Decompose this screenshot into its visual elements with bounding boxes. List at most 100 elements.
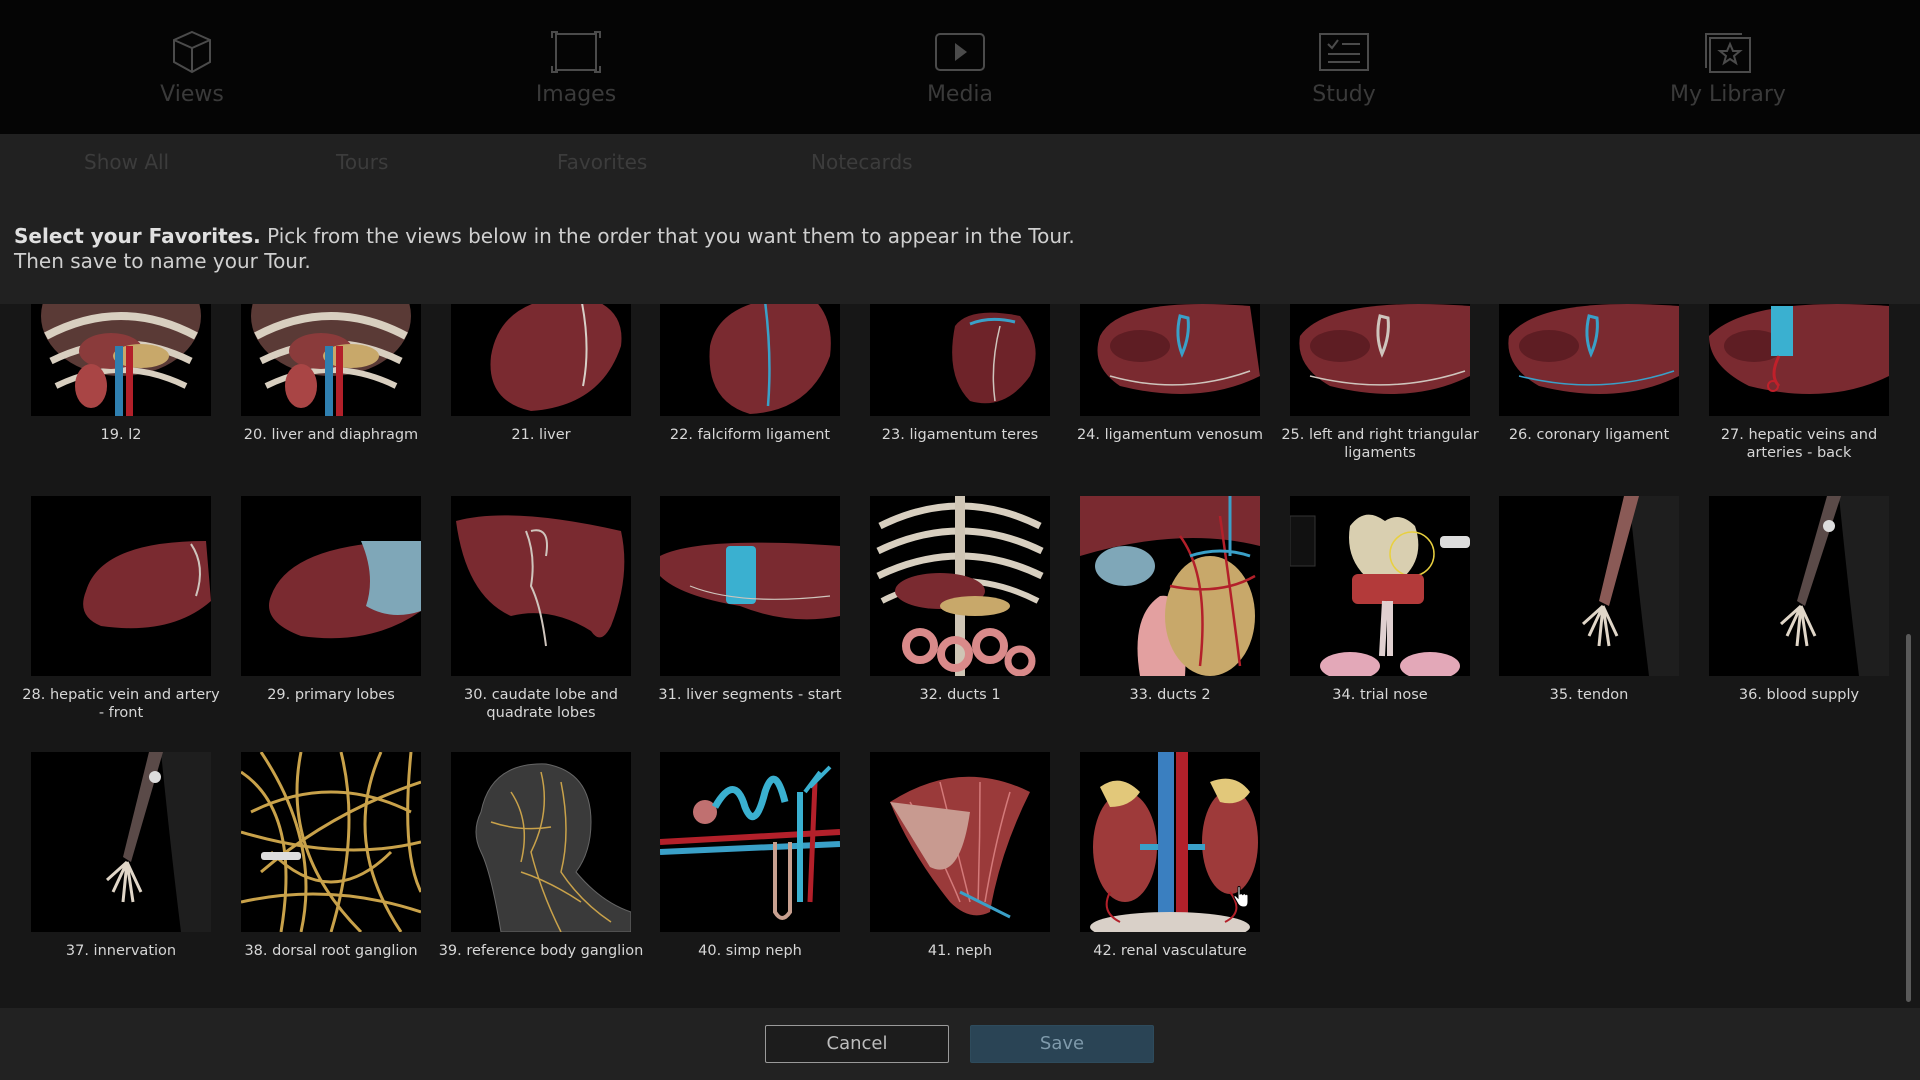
view-tile[interactable]: 39. reference body ganglion bbox=[439, 752, 643, 960]
view-label: 25. left and right triangular ligaments bbox=[1281, 427, 1479, 461]
view-label: 23. ligamentum teres bbox=[881, 427, 1039, 443]
view-label: 24. ligamentum venosum bbox=[1076, 427, 1264, 443]
view-tile[interactable]: 19. l2 bbox=[31, 304, 211, 444]
view-thumbnail bbox=[870, 304, 1050, 416]
view-thumbnail bbox=[1290, 304, 1470, 416]
image-frame-icon bbox=[551, 31, 601, 73]
view-thumbnail bbox=[660, 752, 840, 932]
subnav-favorites[interactable]: Favorites bbox=[557, 150, 647, 174]
hand-cursor-icon bbox=[1233, 886, 1249, 908]
view-thumbnail bbox=[31, 496, 211, 676]
view-label: 36. blood supply bbox=[1738, 687, 1860, 703]
view-tile[interactable]: 22. falciform ligament bbox=[660, 304, 840, 444]
view-label: 40. simp neph bbox=[698, 943, 802, 959]
view-thumbnail bbox=[1080, 304, 1260, 416]
view-thumbnail bbox=[660, 304, 840, 416]
view-tile[interactable]: 23. ligamentum teres bbox=[870, 304, 1050, 444]
footer-bar: Cancel Save bbox=[0, 1008, 1920, 1080]
subnav-notecards[interactable]: Notecards bbox=[811, 150, 913, 174]
subnav-tours[interactable]: Tours bbox=[336, 150, 388, 174]
tab-images-label: Images bbox=[535, 82, 617, 107]
view-thumbnail bbox=[31, 752, 211, 932]
tab-my-library[interactable]: My Library bbox=[1536, 0, 1920, 134]
view-tile[interactable]: 27. hepatic veins and arteries - back bbox=[1709, 304, 1889, 462]
library-star-icon bbox=[1705, 33, 1751, 73]
view-label: 21. liver bbox=[511, 427, 571, 443]
view-tile[interactable]: 35. tendon bbox=[1499, 496, 1679, 704]
view-tile[interactable]: 25. left and right triangular ligaments bbox=[1281, 304, 1479, 462]
view-tile[interactable]: 37. innervation bbox=[31, 752, 211, 960]
sub-nav: Show All Tours Favorites Notecards bbox=[0, 134, 1920, 190]
views-grid: 19. l2 20. liver and diaphragm 21. liver… bbox=[0, 304, 1920, 1008]
top-nav: Views Images Media Study My Library bbox=[0, 0, 1920, 134]
view-thumbnail bbox=[241, 752, 421, 932]
cube-icon bbox=[173, 30, 211, 74]
view-label: 38. dorsal root ganglion bbox=[244, 943, 418, 959]
view-thumbnail bbox=[31, 304, 211, 416]
tab-media[interactable]: Media bbox=[768, 0, 1152, 134]
view-label: 30. caudate lobe and quadrate lobes bbox=[464, 687, 618, 721]
scrollbar[interactable] bbox=[1906, 634, 1911, 1002]
save-button[interactable]: Save bbox=[970, 1025, 1154, 1063]
view-tile[interactable]: 40. simp neph bbox=[660, 752, 840, 960]
view-label: 22. falciform ligament bbox=[669, 427, 831, 443]
view-tile[interactable]: 41. neph bbox=[870, 752, 1050, 960]
view-thumbnail bbox=[451, 304, 631, 416]
tab-views[interactable]: Views bbox=[0, 0, 384, 134]
view-label: 27. hepatic veins and arteries - back bbox=[1720, 427, 1878, 461]
tab-views-label: Views bbox=[160, 82, 224, 107]
view-tile[interactable]: 33. ducts 2 bbox=[1080, 496, 1260, 704]
view-thumbnail bbox=[1499, 304, 1679, 416]
checklist-icon bbox=[1319, 33, 1369, 71]
view-thumbnail bbox=[1290, 496, 1470, 676]
view-label: 31. liver segments - start bbox=[658, 687, 842, 703]
view-thumbnail bbox=[1709, 304, 1889, 416]
tab-images[interactable]: Images bbox=[384, 0, 768, 134]
view-label: 39. reference body ganglion bbox=[438, 943, 644, 959]
tab-study[interactable]: Study bbox=[1152, 0, 1536, 134]
tab-my-library-label: My Library bbox=[1670, 82, 1786, 107]
instructions-bold: Select your Favorites. bbox=[14, 224, 261, 248]
view-tile[interactable]: 21. liver bbox=[451, 304, 631, 444]
view-label: 42. renal vasculature bbox=[1093, 943, 1247, 959]
subnav-show-all[interactable]: Show All bbox=[84, 150, 169, 174]
view-tile[interactable]: 31. liver segments - start bbox=[658, 496, 842, 704]
view-tile[interactable]: 36. blood supply bbox=[1709, 496, 1889, 704]
play-icon bbox=[935, 33, 985, 71]
view-thumbnail bbox=[660, 496, 840, 676]
view-tile[interactable]: 28. hepatic vein and artery - front bbox=[22, 496, 220, 722]
view-thumbnail bbox=[1080, 496, 1260, 676]
view-thumbnail bbox=[1499, 496, 1679, 676]
view-label: 32. ducts 1 bbox=[919, 687, 1001, 703]
view-label: 35. tendon bbox=[1549, 687, 1629, 703]
view-tile[interactable]: 20. liver and diaphragm bbox=[241, 304, 421, 444]
instructions-line2: Then save to name your Tour. bbox=[14, 249, 311, 273]
instructions-line1: Pick from the views below in the order t… bbox=[260, 224, 1075, 248]
view-thumbnail bbox=[870, 752, 1050, 932]
cancel-button[interactable]: Cancel bbox=[765, 1025, 949, 1063]
tab-media-label: Media bbox=[926, 82, 994, 107]
instructions-text: Select your Favorites. Pick from the vie… bbox=[14, 224, 1075, 274]
view-thumbnail bbox=[870, 496, 1050, 676]
view-label: 26. coronary ligament bbox=[1508, 427, 1670, 443]
view-label: 41. neph bbox=[927, 943, 993, 959]
view-thumbnail bbox=[241, 496, 421, 676]
view-tile[interactable]: 29. primary lobes bbox=[241, 496, 421, 704]
view-tile[interactable]: 38. dorsal root ganglion bbox=[241, 752, 421, 960]
view-tile[interactable]: 34. trial nose bbox=[1290, 496, 1470, 704]
view-label: 20. liver and diaphragm bbox=[243, 427, 419, 443]
view-tile[interactable]: 32. ducts 1 bbox=[870, 496, 1050, 704]
view-tile[interactable]: 24. ligamentum venosum bbox=[1077, 304, 1263, 444]
view-tile[interactable]: 42. renal vasculature bbox=[1080, 752, 1260, 960]
view-thumbnail bbox=[1709, 496, 1889, 676]
view-tile[interactable]: 26. coronary ligament bbox=[1499, 304, 1679, 444]
view-label: 33. ducts 2 bbox=[1129, 687, 1211, 703]
view-label: 29. primary lobes bbox=[267, 687, 395, 703]
view-tile[interactable]: 30. caudate lobe and quadrate lobes bbox=[451, 496, 631, 722]
view-thumbnail bbox=[241, 304, 421, 416]
view-label: 37. innervation bbox=[65, 943, 177, 959]
tab-my-library-label-study: Study bbox=[1312, 82, 1376, 107]
view-label: 28. hepatic vein and artery - front bbox=[22, 687, 220, 721]
view-label: 19. l2 bbox=[100, 427, 142, 443]
view-thumbnail bbox=[451, 752, 631, 932]
